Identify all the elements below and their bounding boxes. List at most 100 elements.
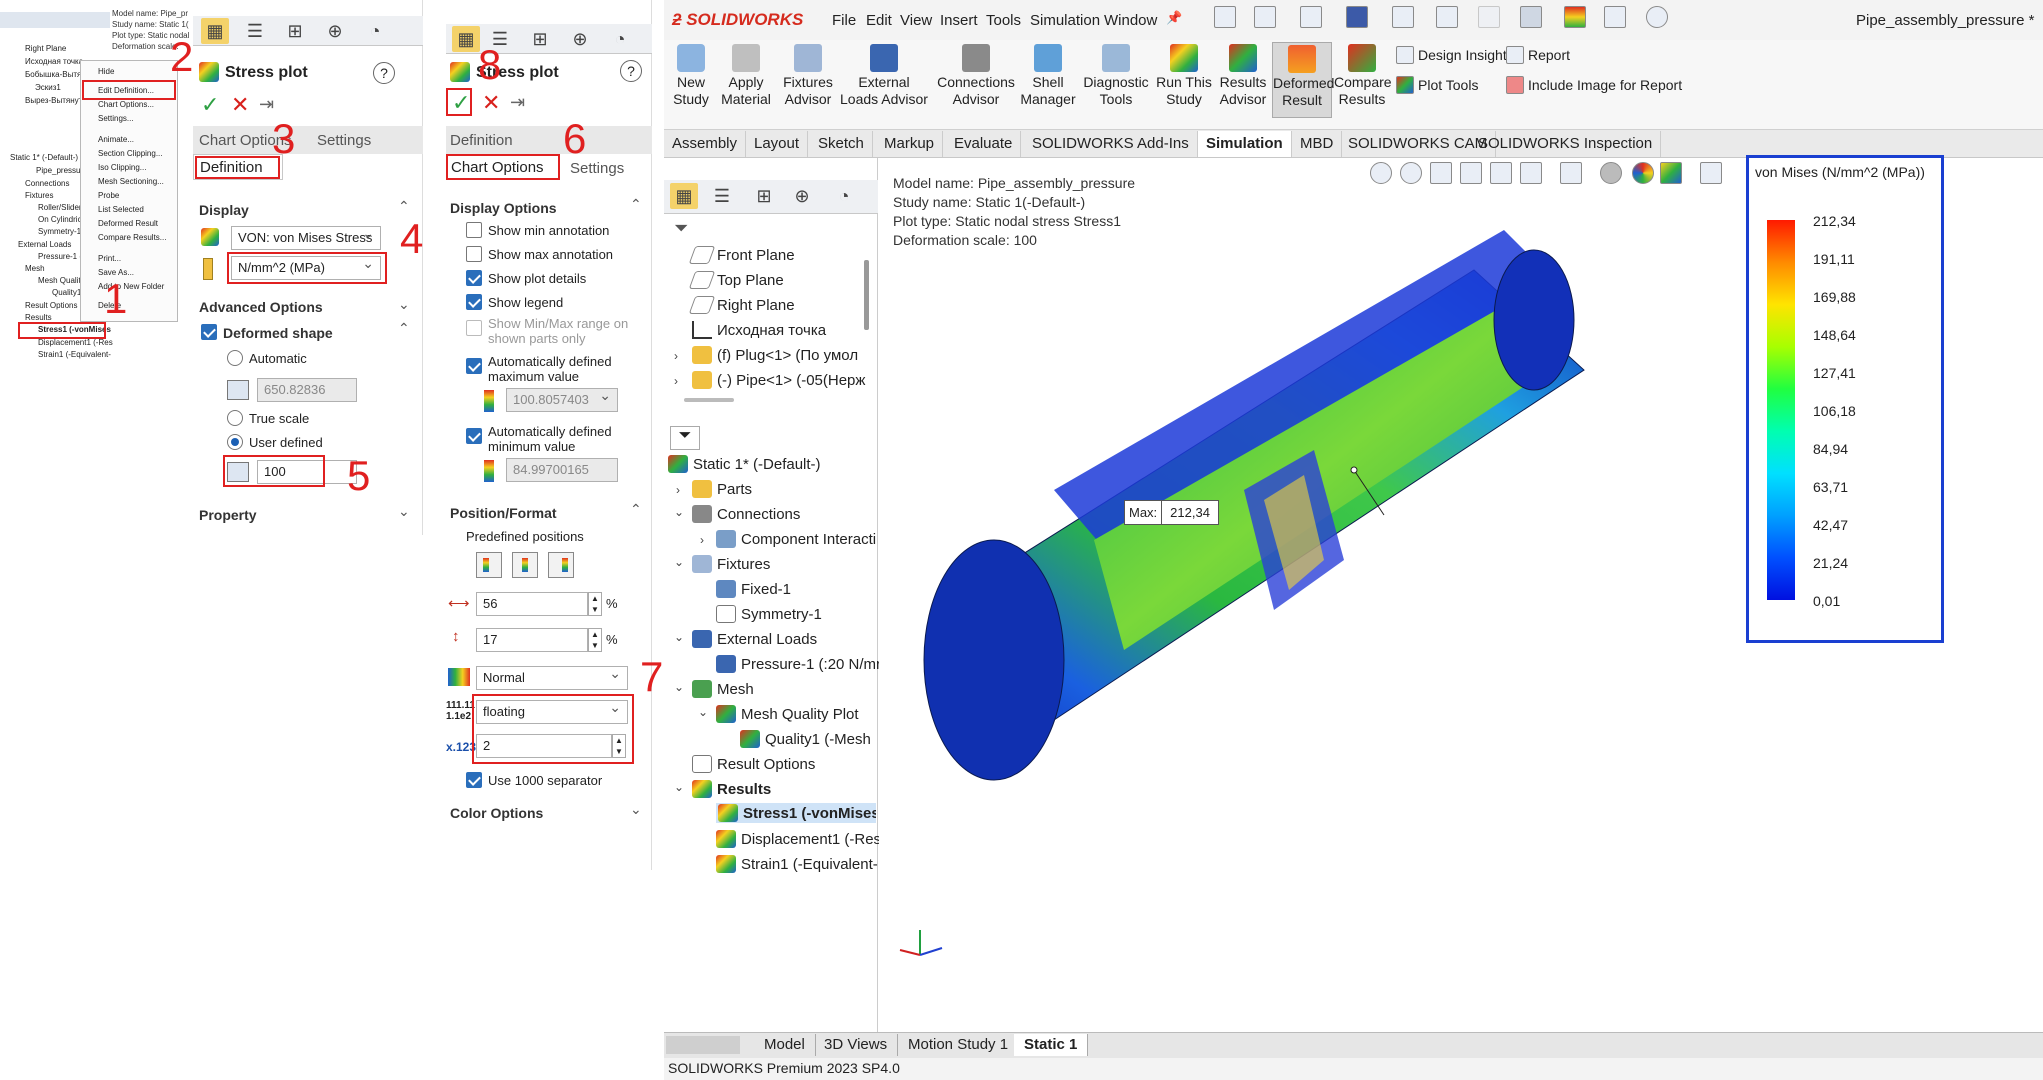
collapse-icon[interactable]: ⌃ (630, 501, 642, 518)
context-menu-item[interactable]: List Selected (98, 205, 144, 214)
expand-icon[interactable]: › (674, 349, 678, 363)
include-image-button[interactable]: Include Image for Report (1506, 76, 1682, 94)
configuration-icon[interactable]: ⊞ (750, 183, 778, 209)
collapse-icon[interactable]: ⌄ (698, 705, 708, 719)
dimxpert-icon[interactable]: ⊕ (566, 26, 594, 52)
mini-tree-item[interactable]: Эскиз1 (35, 83, 61, 92)
tree-displacement1[interactable]: Displacement1 (-Res (716, 830, 881, 848)
context-menu-item[interactable]: Chart Options... (98, 100, 154, 109)
mini-tree-item[interactable]: External Loads (18, 240, 71, 249)
mini-tree-item[interactable]: Strain1 (-Equivalent- (38, 350, 111, 359)
context-menu-item[interactable]: Deformed Result (98, 219, 158, 228)
automatic-radio[interactable] (227, 350, 243, 366)
shell-manager-button[interactable]: Shell Manager (1020, 44, 1076, 108)
legend-position-center-button[interactable] (512, 552, 538, 578)
display-section-header[interactable]: Display (199, 202, 249, 218)
position-format-header[interactable]: Position/Format (450, 505, 557, 521)
tree-pressure-1[interactable]: Pressure-1 (:20 N/mr (716, 655, 881, 673)
collapse-icon[interactable]: ⌄ (674, 505, 684, 519)
auto-min-checkbox[interactable] (466, 428, 482, 444)
menu-insert[interactable]: Insert (940, 12, 978, 29)
context-menu-item[interactable]: Settings... (98, 114, 134, 123)
cancel-x-icon[interactable]: ✕ (482, 90, 500, 116)
context-menu-item[interactable]: Compare Results... (98, 233, 166, 242)
tab-static-1[interactable]: Static 1 (1014, 1034, 1089, 1056)
true-scale-radio[interactable] (227, 410, 243, 426)
ok-check-icon[interactable]: ✓ (201, 92, 219, 118)
collapse-icon[interactable]: ⌄ (674, 630, 684, 644)
redo-icon[interactable] (1478, 6, 1500, 28)
expand-icon[interactable]: ⌄ (630, 801, 642, 818)
mini-tree-item[interactable]: Исходная точка (25, 57, 83, 66)
undo-icon[interactable] (1436, 6, 1458, 28)
diagnostic-tools-button[interactable]: Diagnostic Tools (1080, 44, 1152, 108)
display-manager-icon[interactable]: ◔ (361, 18, 389, 44)
section-view-icon[interactable] (1460, 162, 1482, 184)
context-menu-item[interactable]: Mesh Sectioning... (98, 177, 164, 186)
tree-symmetry-1[interactable]: Symmetry-1 (716, 605, 822, 623)
advanced-options-header[interactable]: Advanced Options (199, 299, 323, 315)
tab-sketch[interactable]: Sketch (810, 131, 873, 157)
options-gear-icon[interactable] (1646, 6, 1668, 28)
mini-tree-item[interactable]: Mesh Quality (38, 276, 85, 285)
pin-menu-icon[interactable]: 📌 (1166, 10, 1182, 26)
solidworks-logo[interactable]: ƻ SOLIDWORKS (672, 10, 803, 30)
menu-view[interactable]: View (900, 12, 932, 29)
tree-results[interactable]: Results (692, 780, 771, 798)
mini-tree-item[interactable]: Connections (25, 179, 69, 188)
show-legend-checkbox[interactable] (466, 294, 482, 310)
run-this-study-button[interactable]: Run This Study (1154, 44, 1214, 108)
stress-legend[interactable]: von Mises (N/mm^2 (MPa)) 212,34 191,11 1… (1746, 155, 1944, 643)
tab-addins[interactable]: SOLIDWORKS Add-Ins (1024, 131, 1198, 157)
tab-3d-views[interactable]: 3D Views (814, 1034, 899, 1056)
menu-window[interactable]: Window (1104, 12, 1157, 29)
tree-component-interaction[interactable]: Component Interacti (716, 530, 876, 548)
mini-tree-item[interactable]: Symmetry-1 (38, 227, 81, 236)
tree-top-plane[interactable]: Top Plane (688, 271, 784, 289)
tree-origin[interactable]: Исходная точка (692, 321, 826, 339)
mini-tree-item[interactable]: Roller/Slider (38, 203, 82, 212)
collapse-icon[interactable]: ⌄ (674, 780, 684, 794)
max-annotation[interactable]: Max: 212,34 (1124, 500, 1219, 525)
use-separator-checkbox[interactable] (466, 772, 482, 788)
apply-scene-icon[interactable] (1660, 162, 1682, 184)
orientation-select[interactable]: Normal (476, 666, 628, 690)
pin-icon[interactable]: ⇥ (259, 94, 274, 115)
tab-simulation[interactable]: Simulation (1198, 131, 1292, 157)
help-icon[interactable]: ? (620, 60, 642, 82)
fixtures-advisor-button[interactable]: Fixtures Advisor (776, 44, 840, 108)
horizontal-position-input[interactable]: 56 (476, 592, 588, 616)
display-manager-icon[interactable]: ◔ (830, 183, 858, 209)
spin-icon[interactable]: ▲ ▼ (588, 628, 602, 652)
pin-icon[interactable]: ⇥ (510, 92, 525, 113)
help-icon[interactable]: ? (373, 62, 395, 84)
mini-tree-item[interactable]: Static 1* (-Default-) (10, 153, 78, 162)
new-study-button[interactable]: New Study (668, 44, 714, 108)
feature-manager-icon[interactable]: ▦ (452, 26, 480, 52)
tree-front-plane[interactable]: Front Plane (688, 246, 795, 264)
show-min-checkbox[interactable] (466, 222, 482, 238)
expand-icon[interactable]: › (700, 533, 704, 547)
menu-tools[interactable]: Tools (986, 12, 1021, 29)
tab-definition[interactable]: Definition (450, 132, 513, 149)
connections-advisor-button[interactable]: Connections Advisor (934, 44, 1018, 108)
compare-results-button[interactable]: Compare Results (1334, 44, 1392, 108)
file-properties-icon[interactable] (1604, 6, 1626, 28)
expand-icon[interactable]: ⌄ (398, 296, 410, 313)
display-options-header[interactable]: Display Options (450, 200, 557, 216)
auto-max-checkbox[interactable] (466, 358, 482, 374)
apply-material-button[interactable]: Apply Material (716, 44, 776, 108)
zoom-to-fit-icon[interactable] (1370, 162, 1392, 184)
select-arrow-icon[interactable] (1520, 6, 1542, 28)
tree-strain1[interactable]: Strain1 (-Equivalent- (716, 855, 878, 873)
expand-icon[interactable]: ⌄ (398, 503, 410, 520)
display-style-icon[interactable] (1560, 162, 1582, 184)
print-icon[interactable] (1392, 6, 1414, 28)
view-settings-icon[interactable] (1700, 162, 1722, 184)
dimxpert-icon[interactable]: ⊕ (321, 18, 349, 44)
tree-result-options[interactable]: Result Options (692, 755, 815, 773)
tab-markup[interactable]: Markup (876, 131, 944, 157)
expand-icon[interactable]: › (674, 374, 678, 388)
tab-motion-study[interactable]: Motion Study 1 (898, 1034, 1020, 1056)
context-menu-item[interactable]: Print... (98, 254, 121, 263)
